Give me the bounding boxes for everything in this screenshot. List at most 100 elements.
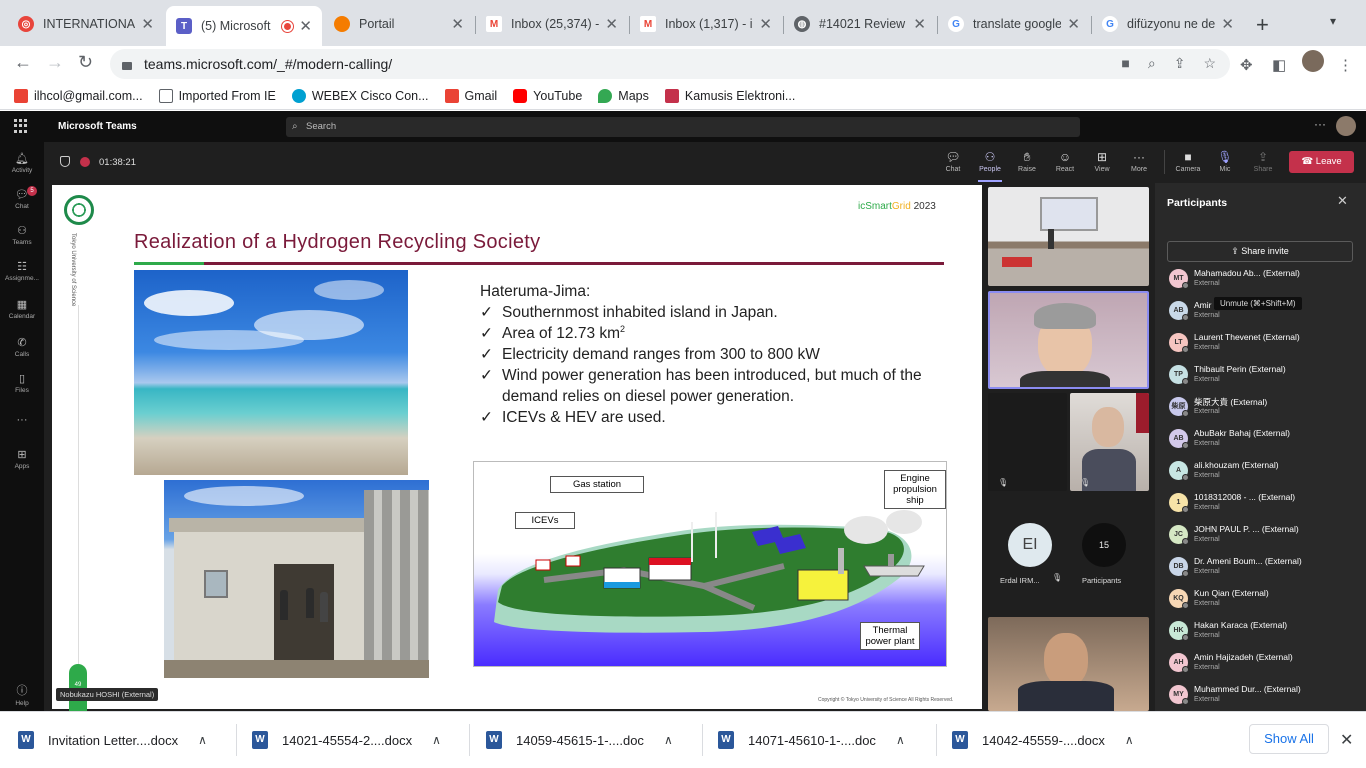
bookmark-star-icon[interactable]: ☆ [1203, 55, 1216, 72]
raise-hand-button[interactable]: ✋︎ Raise [1009, 150, 1045, 173]
chat-button[interactable]: 💬︎ Chat [935, 150, 971, 173]
rail-item-teams[interactable]: ⚇ Teams [0, 224, 44, 246]
youtube-icon [513, 88, 528, 103]
participant-row[interactable]: DB Dr. Ameni Boum... (External) External [1167, 556, 1362, 589]
browser-tab[interactable]: ◍ #14021 Review ✕ [784, 8, 936, 40]
rail-item-calendar[interactable]: ▦ Calendar [0, 298, 44, 320]
button-label: Raise [1018, 166, 1036, 173]
profile-avatar[interactable] [1302, 50, 1324, 72]
participant-avatar[interactable]: EI [1008, 523, 1052, 567]
new-tab-button[interactable]: + [1256, 12, 1269, 38]
back-arrow-icon[interactable]: ← [14, 52, 32, 73]
browser-tab-active[interactable]: T (5) Microsoft ✕ [166, 6, 322, 46]
bookmark-item[interactable]: Kamusis Elektroni... [664, 88, 795, 103]
camera-blocked-icon[interactable]: ■ [1121, 55, 1129, 72]
rail-item-help[interactable]: ⓘ Help [0, 682, 44, 707]
people-button[interactable]: ⚇ People [972, 150, 1008, 182]
participant-name: Thibault Perin (External) [1194, 364, 1286, 374]
rail-item-apps[interactable]: ⊞ Apps [0, 448, 44, 470]
close-tab-icon[interactable]: ✕ [605, 15, 618, 33]
browser-tab[interactable]: M Inbox (25,374) - ✕ [476, 8, 628, 40]
forward-arrow-icon[interactable]: → [46, 52, 64, 73]
teams-search-input[interactable]: ⌕ Search [286, 117, 1080, 137]
participant-row[interactable]: AH Amin Hajizadeh (External) External [1167, 652, 1362, 685]
camera-button[interactable]: ■ Camera [1170, 150, 1206, 173]
participant-row[interactable]: KQ Kun Qian (External) External [1167, 588, 1362, 621]
close-tab-icon[interactable]: ✕ [913, 15, 926, 33]
browser-tab[interactable]: ◎ INTERNATIONAL ✕ [8, 8, 164, 40]
user-avatar[interactable] [1336, 116, 1356, 136]
chrome-menu-icon[interactable]: ⋮ [1338, 56, 1353, 74]
close-downloads-icon[interactable]: ✕ [1340, 730, 1353, 750]
address-bar[interactable]: teams.microsoft.com/_#/modern-calling/ ■… [110, 49, 1230, 79]
browser-tab[interactable]: M Inbox (1,317) - i ✕ [630, 8, 782, 40]
participant-row[interactable]: Aali.khouzam (External) External [1167, 460, 1362, 493]
share-button[interactable]: ⇪ Share [1245, 150, 1281, 173]
participant-row[interactable]: HK Hakan Karaca (External) External [1167, 620, 1362, 653]
close-tab-icon[interactable]: ✕ [759, 15, 772, 33]
more-button[interactable]: ··· More [1121, 150, 1157, 173]
close-icon[interactable]: ✕ [1337, 193, 1348, 209]
browser-tab[interactable]: G translate google ✕ [938, 8, 1090, 40]
share-page-icon[interactable]: ⇪ [1174, 55, 1186, 72]
zoom-icon[interactable]: ⌕ [1148, 55, 1156, 72]
participant-count[interactable]: 15 [1082, 523, 1126, 567]
conference-room-video[interactable] [988, 187, 1149, 286]
bookmark-item[interactable]: ilhcol@gmail.com... [14, 88, 143, 103]
participant-video-dark[interactable]: 🎙︎ [988, 393, 1067, 491]
show-all-button[interactable]: Show All [1249, 724, 1329, 754]
participant-role: External [1194, 440, 1220, 447]
rail-item-assignments[interactable]: ☷ Assignme... [0, 260, 44, 282]
close-tab-icon[interactable]: ✕ [141, 15, 154, 33]
bookmark-folder[interactable]: Imported From IE [158, 88, 276, 103]
chevron-up-icon[interactable]: ∧ [198, 733, 207, 747]
chevron-up-icon[interactable]: ∧ [1125, 733, 1134, 747]
side-panel-icon[interactable]: ◧ [1272, 56, 1286, 74]
leave-button[interactable]: ☎ Leave [1289, 151, 1354, 173]
close-tab-icon[interactable]: ✕ [1067, 15, 1080, 33]
participant-row[interactable]: AB AbuBakr Bahaj (External) External [1167, 428, 1362, 461]
download-item[interactable]: W 14059-45615-1-....doc ∧ [486, 729, 673, 751]
rail-item-chat[interactable]: 💬︎ 5 Chat [0, 186, 44, 210]
view-button[interactable]: ⊞ View [1084, 150, 1120, 173]
app-launcher-icon[interactable] [14, 119, 28, 133]
download-item[interactable]: W Invitation Letter....docx ∧ [18, 729, 207, 751]
react-button[interactable]: ☺ React [1047, 150, 1083, 173]
rail-item-files[interactable]: ▯ Files [0, 372, 44, 394]
bookmark-item[interactable]: Gmail [444, 88, 497, 103]
bookmark-item[interactable]: YouTube [513, 88, 582, 103]
close-tab-icon[interactable]: ✕ [1221, 15, 1234, 33]
bookmark-item[interactable]: Maps [598, 88, 649, 103]
speaker-video-active[interactable] [988, 291, 1149, 389]
rail-item-activity[interactable]: 🔔︎ Activity [0, 152, 44, 174]
rail-item-calls[interactable]: ✆ Calls [0, 336, 44, 358]
reload-icon[interactable]: ↻ [78, 52, 93, 73]
mic-button[interactable]: 🎙︎ Mic [1207, 150, 1243, 173]
browser-tab[interactable]: G difüzyonu ne de ✕ [1092, 8, 1244, 40]
chevron-up-icon[interactable]: ∧ [432, 733, 441, 747]
rail-more-icon[interactable]: ··· [0, 414, 44, 428]
participant-video[interactable] [988, 617, 1149, 711]
browser-tab[interactable]: Portail ✕ [324, 8, 474, 40]
participant-row[interactable]: TP Thibault Perin (External) External [1167, 364, 1362, 397]
bullet-text: Electricity demand ranges from 300 to 80… [502, 346, 820, 363]
teams-title-bar: Microsoft Teams ⌕ Search ··· [0, 111, 1366, 142]
participant-row[interactable]: JC JOHN PAUL P. ... (External) External [1167, 524, 1362, 557]
share-invite-button[interactable]: ⇪ Share invite [1167, 241, 1353, 262]
participant-video[interactable]: 🎙︎ [1070, 393, 1149, 491]
extensions-icon[interactable]: ✥ [1240, 56, 1253, 74]
chevron-up-icon[interactable]: ∧ [896, 733, 905, 747]
participant-row[interactable]: 1 1018312008 - ... (External) External [1167, 492, 1362, 525]
download-item[interactable]: W 14071-45610-1-....doc ∧ [718, 729, 905, 751]
settings-more-icon[interactable]: ··· [1314, 117, 1326, 131]
close-tab-icon[interactable]: ✕ [299, 17, 312, 35]
download-item[interactable]: W 14042-45559-....docx ∧ [952, 729, 1134, 751]
chevron-up-icon[interactable]: ∧ [664, 733, 673, 747]
tab-search-chevron-icon[interactable]: ▾ [1330, 14, 1336, 28]
webex-icon [291, 88, 306, 103]
download-item[interactable]: W 14021-45554-2....docx ∧ [252, 729, 441, 751]
participant-row[interactable]: 柴原 柴原大貴 (External) External [1167, 397, 1362, 429]
participant-row[interactable]: LT Laurent Thevenet (External) External [1167, 332, 1362, 365]
bookmark-item[interactable]: WEBEX Cisco Con... [291, 88, 429, 103]
close-tab-icon[interactable]: ✕ [451, 15, 464, 33]
